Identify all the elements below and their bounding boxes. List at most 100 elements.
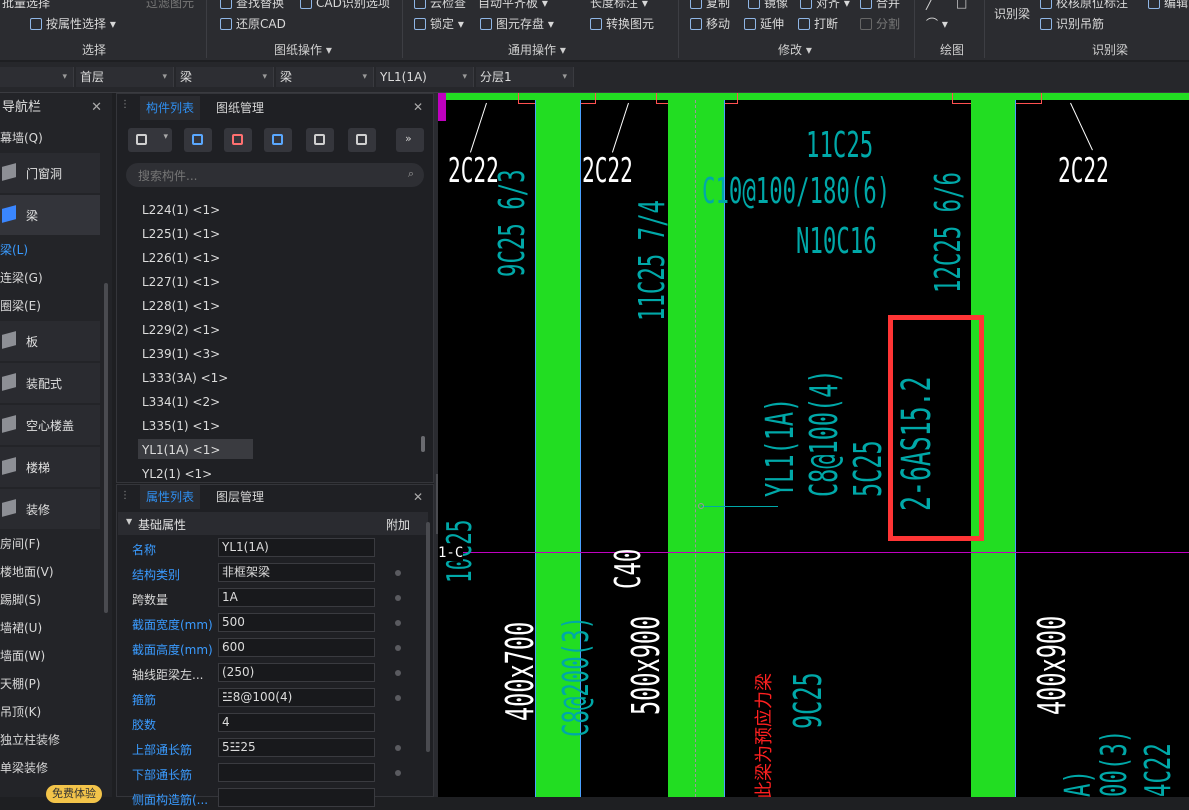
extra-checkbox[interactable] [395, 670, 401, 676]
nav-item[interactable]: 吊顶(K) [0, 703, 100, 720]
property-value-field[interactable]: 1A [218, 588, 375, 607]
nav-item[interactable]: 独立柱装修 [0, 731, 100, 748]
group-drawing-ops[interactable]: 图纸操作 ▾ [274, 41, 332, 58]
property-value-field[interactable]: 600 [218, 638, 375, 657]
nav-item[interactable]: 装配式 [0, 363, 100, 403]
cloud-check-button[interactable]: 云检查 [414, 0, 466, 10]
align-button[interactable]: 对齐 ▾ [800, 0, 850, 10]
component-list-item[interactable]: L239(1) <3> [142, 347, 220, 361]
extra-checkbox[interactable] [395, 770, 401, 776]
length-mark-button[interactable]: 长度标注 ▾ [590, 0, 648, 10]
extra-checkbox[interactable] [395, 595, 401, 601]
component-select[interactable]: YL1(1A) ▾ [376, 67, 474, 87]
nav-item[interactable]: 墙裙(U) [0, 619, 100, 636]
type-select-1[interactable]: 梁 ▾ [176, 67, 274, 87]
find-replace-button[interactable]: 查找替换 [220, 0, 284, 10]
attr-select-button[interactable]: 按属性选择 ▾ [30, 17, 116, 31]
search-box[interactable]: ⌕ [126, 163, 424, 187]
mirror-button[interactable]: 镜像 [748, 0, 788, 10]
nav-item[interactable]: 空心楼盖 [0, 405, 100, 445]
selector-blank[interactable]: ▾ [0, 67, 74, 87]
tab-property-list[interactable]: 属性列表 [140, 485, 201, 509]
recognize-hanger-button[interactable]: 识别吊筋 [1040, 17, 1104, 31]
group-common-ops[interactable]: 通用操作 ▾ [508, 41, 566, 58]
filter-element-button[interactable]: 过滤图元 [146, 0, 194, 10]
component-list-item[interactable]: L226(1) <1> [142, 251, 220, 265]
cad-canvas[interactable]: 2C22 2C22 2C22 11C25 C10@100/180(6) N10C… [438, 93, 1189, 797]
restore-cad-button[interactable]: 还原CAD [220, 17, 286, 31]
property-value-field[interactable]: 非框架梁 [218, 563, 375, 582]
nav-item[interactable]: 单梁装修 [0, 759, 100, 776]
component-list-item[interactable]: YL1(1A) <1> [142, 443, 220, 457]
delete-component-button[interactable] [224, 128, 252, 152]
nav-scrollbar[interactable] [104, 283, 108, 613]
copy-component-button[interactable] [184, 128, 212, 152]
nav-item[interactable]: 踢脚(S) [0, 591, 100, 608]
search-input[interactable] [136, 166, 390, 186]
nav-item[interactable]: 房间(F) [0, 535, 100, 552]
property-value-field[interactable]: (250) [218, 663, 375, 682]
nav-item[interactable]: 连梁(G) [0, 269, 100, 286]
tab-drawing-manage[interactable]: 图纸管理 [210, 96, 270, 120]
store-element-button[interactable]: 图元存盘 ▾ [480, 17, 554, 31]
extra-checkbox[interactable] [395, 645, 401, 651]
nav-item[interactable]: 装修 [0, 489, 100, 529]
save-component-button[interactable] [306, 128, 334, 152]
new-component-button[interactable]: ▾ [128, 128, 172, 152]
check-mark-button[interactable]: 校核原位标注 [1040, 0, 1128, 10]
copy-button[interactable]: 复制 [690, 0, 730, 10]
free-trial-badge[interactable]: 免费体验 [46, 785, 102, 803]
convert-element-button[interactable]: 转换图元 [590, 17, 654, 31]
property-value-field[interactable]: 5☳25 [218, 738, 375, 757]
property-value-field[interactable]: 500 [218, 613, 375, 632]
property-value-field[interactable]: 4 [218, 713, 375, 732]
component-list-item[interactable]: L335(1) <1> [142, 419, 220, 433]
nav-item[interactable]: 墙面(W) [0, 647, 100, 664]
nav-item[interactable]: 楼地面(V) [0, 563, 100, 580]
property-value-field[interactable] [218, 763, 375, 782]
tab-component-list[interactable]: 构件列表 [140, 96, 201, 120]
edit-button[interactable]: 编辑 [1148, 0, 1188, 10]
nav-item[interactable]: 门窗洞 [0, 153, 100, 193]
split-button[interactable]: 分割 [860, 17, 900, 31]
export-component-button[interactable] [348, 128, 376, 152]
property-value-field[interactable] [218, 788, 375, 807]
more-button[interactable]: » [396, 128, 424, 152]
layer-copy-button[interactable] [264, 128, 292, 152]
nav-item[interactable]: 梁 [0, 195, 100, 235]
break-button[interactable]: 打断 [798, 17, 838, 31]
nav-item[interactable]: 楼梯 [0, 447, 100, 487]
nav-item[interactable]: 梁(L) [0, 241, 100, 258]
property-scrollbar[interactable] [426, 522, 430, 752]
property-section-header[interactable]: ▼ 基础属性 附加 [118, 512, 428, 535]
nav-item[interactable]: 圈梁(E) [0, 297, 100, 314]
recognize-beam-button[interactable]: 识别梁 [994, 7, 1030, 21]
property-value-field[interactable]: ☳8@100(4) [218, 688, 375, 707]
group-modify[interactable]: 修改 ▾ [778, 41, 812, 58]
extra-checkbox[interactable] [395, 570, 401, 576]
extra-checkbox[interactable] [395, 745, 401, 751]
component-list-item[interactable]: L334(1) <2> [142, 395, 220, 409]
move-button[interactable]: 移动 [690, 17, 730, 31]
close-icon[interactable]: ✕ [413, 490, 423, 504]
lock-button[interactable]: 锁定 ▾ [414, 17, 464, 31]
component-list-item[interactable]: L224(1) <1> [142, 203, 220, 217]
batch-select-button[interactable]: 批量选择 [2, 0, 50, 10]
nav-item[interactable]: 天棚(P) [0, 675, 100, 692]
component-list-item[interactable]: L227(1) <1> [142, 275, 220, 289]
extend-button[interactable]: 延伸 [744, 17, 784, 31]
arc-tool[interactable]: ⌒ ▾ [926, 17, 948, 31]
floor-select[interactable]: 首层 ▾ [76, 67, 174, 87]
merge-button[interactable]: 合并 [860, 0, 900, 10]
extra-checkbox[interactable] [395, 695, 401, 701]
component-list-item[interactable]: L229(2) <1> [142, 323, 220, 337]
cad-options-button[interactable]: CAD识别选项 [300, 0, 390, 10]
component-list-item[interactable]: L333(3A) <1> [142, 371, 228, 385]
layer-select[interactable]: 分层1 ▾ [476, 67, 574, 87]
line-tool[interactable]: ╱ [926, 0, 933, 10]
type-select-2[interactable]: 梁 ▾ [276, 67, 374, 87]
property-value-field[interactable]: YL1(1A) [218, 538, 375, 557]
rect-tool[interactable]: □ [956, 0, 967, 10]
component-list-item[interactable]: YL2(1) <1> [142, 467, 212, 481]
component-list-item[interactable]: L225(1) <1> [142, 227, 220, 241]
